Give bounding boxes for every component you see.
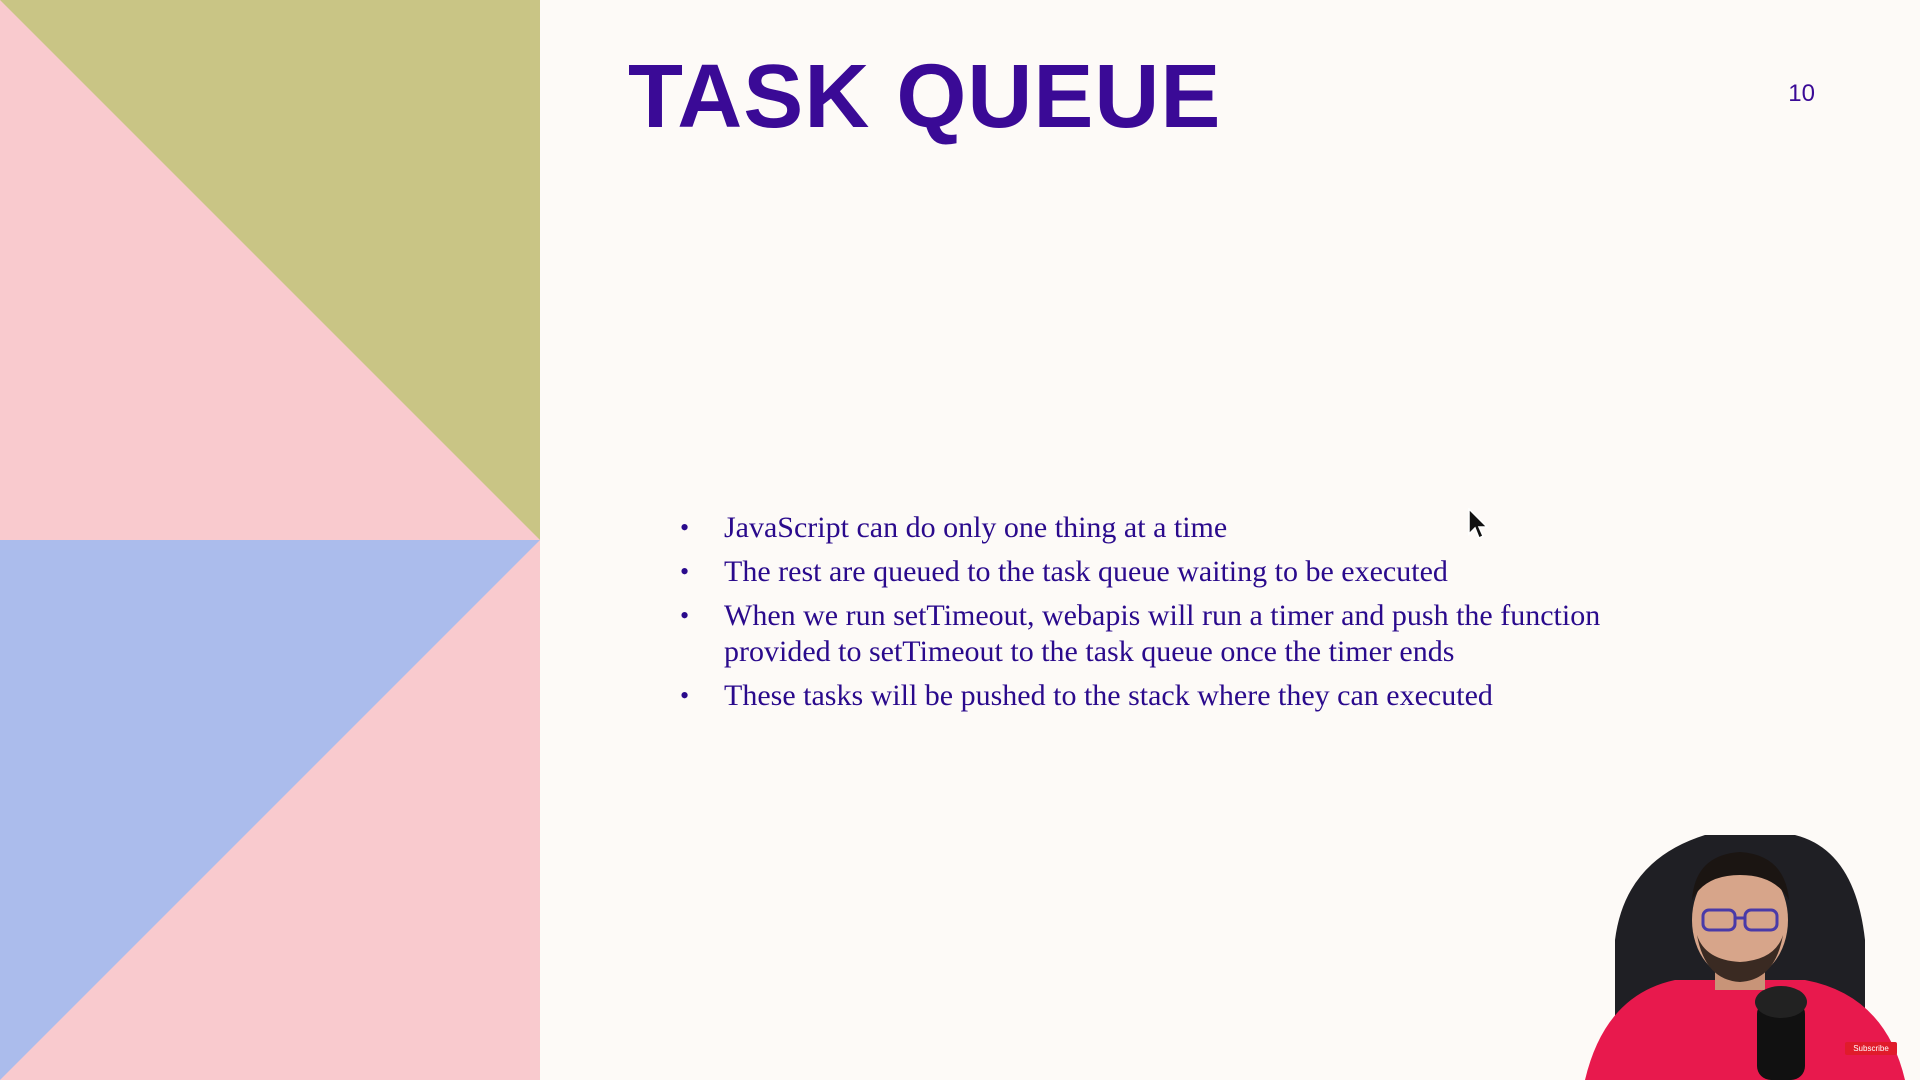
mouse-pointer-icon	[1468, 507, 1490, 545]
bullet-text: When we run setTimeout, webapis will run…	[724, 599, 1601, 668]
bullet-item: • These tasks will be pushed to the stac…	[680, 678, 1680, 714]
bullet-item: • JavaScript can do only one thing at a …	[680, 510, 1680, 546]
bullet-icon: •	[680, 681, 690, 710]
bullet-text: These tasks will be pushed to the stack …	[724, 679, 1493, 712]
slide: TASK QUEUE 10 • JavaScript can do only o…	[0, 0, 1920, 1080]
slide-page-number: 10	[1788, 80, 1815, 107]
bullet-icon: •	[680, 601, 690, 630]
youtube-subscribe-icon[interactable]: Subscribe	[1845, 1042, 1897, 1055]
bullet-text: JavaScript can do only one thing at a ti…	[724, 511, 1228, 544]
bullet-item: • When we run setTimeout, webapis will r…	[680, 598, 1680, 670]
bullet-text: The rest are queued to the task queue wa…	[724, 555, 1448, 588]
decorative-triangles-panel	[0, 0, 540, 1080]
bullet-icon: •	[680, 557, 690, 586]
bullet-item: • The rest are queued to the task queue …	[680, 554, 1680, 590]
slide-title: TASK QUEUE	[628, 47, 1222, 147]
bullet-list: • JavaScript can do only one thing at a …	[680, 510, 1680, 722]
bullet-icon: •	[680, 513, 690, 542]
